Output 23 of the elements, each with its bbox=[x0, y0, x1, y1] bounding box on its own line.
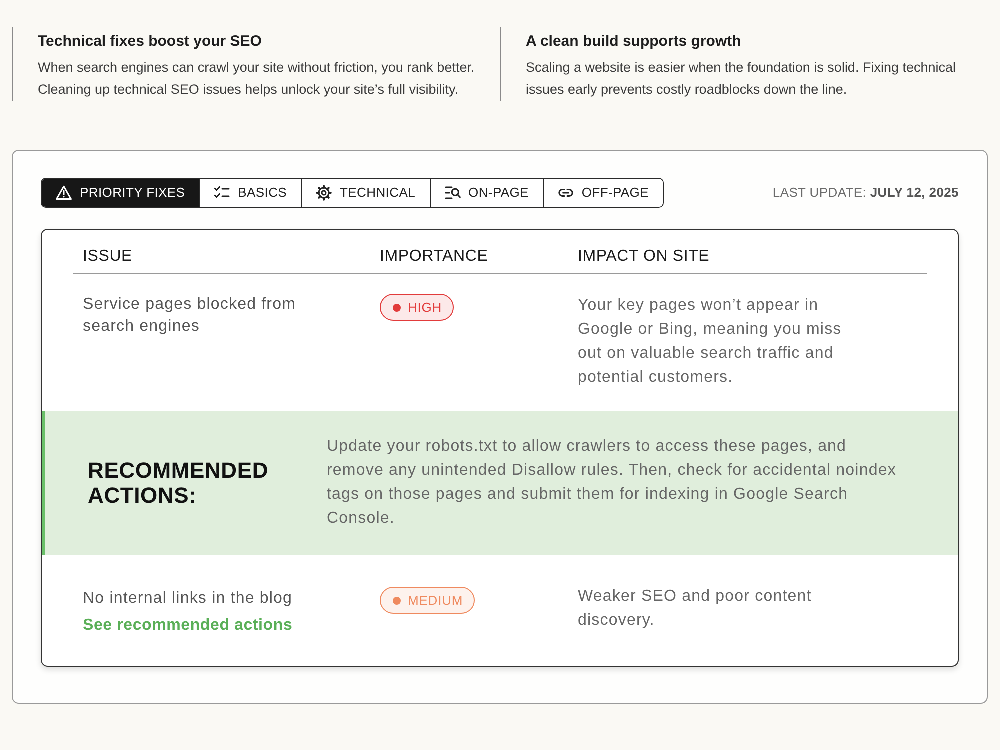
issue-text: No internal links in the blog bbox=[83, 589, 294, 609]
list-search-icon bbox=[444, 185, 461, 201]
tab[interactable]: PRIORITY FIXES bbox=[42, 179, 200, 207]
feature-title: Technical fixes boost your SEO bbox=[38, 32, 263, 52]
recommended-actions-text: Update your robots.txt to allow crawlers to access these pages, and remove any unintended Disallow rules. Then, check for accidental noindex tags on those pages and submit them for indexing in Google Search Console. bbox=[327, 437, 898, 529]
column-header: ISSUE bbox=[83, 247, 134, 267]
importance-label: HIGH bbox=[408, 298, 442, 317]
feature-text: When search engines can crawl your site without friction, you rank better. Cleaning up technical SEO issues helps unlock your site’s full visibility. bbox=[38, 59, 476, 99]
warning-icon bbox=[56, 185, 72, 201]
issue-text: Service pages blocked from search engines bbox=[83, 295, 298, 337]
last-update-date: JULY 12, 2025 bbox=[870, 185, 959, 200]
last-update-label: LAST UPDATE: bbox=[772, 185, 867, 200]
tab[interactable]: OFF-PAGE bbox=[542, 179, 663, 207]
column-header: IMPORTANCE bbox=[380, 247, 490, 267]
checklist-icon bbox=[214, 185, 230, 201]
feature-text: Scaling a website is easier when the foundation is solid. Fixing technical issues early prevents costly roadblocks down the line. bbox=[526, 59, 957, 99]
gear-icon bbox=[316, 185, 332, 201]
impact-text: Weaker SEO and poor content discovery. bbox=[578, 587, 813, 631]
impact-text: Your key pages won’t appear in Google or Bing, meaning you miss out on valuable search traffic and potential customers. bbox=[578, 296, 843, 388]
column-header: IMPACT ON SITE bbox=[578, 247, 711, 267]
feature-title: A clean build supports growth bbox=[526, 32, 742, 52]
importance-label: MEDIUM bbox=[408, 592, 464, 610]
recommended-actions-heading: RECOMMENDED ACTIONS: bbox=[88, 458, 270, 508]
